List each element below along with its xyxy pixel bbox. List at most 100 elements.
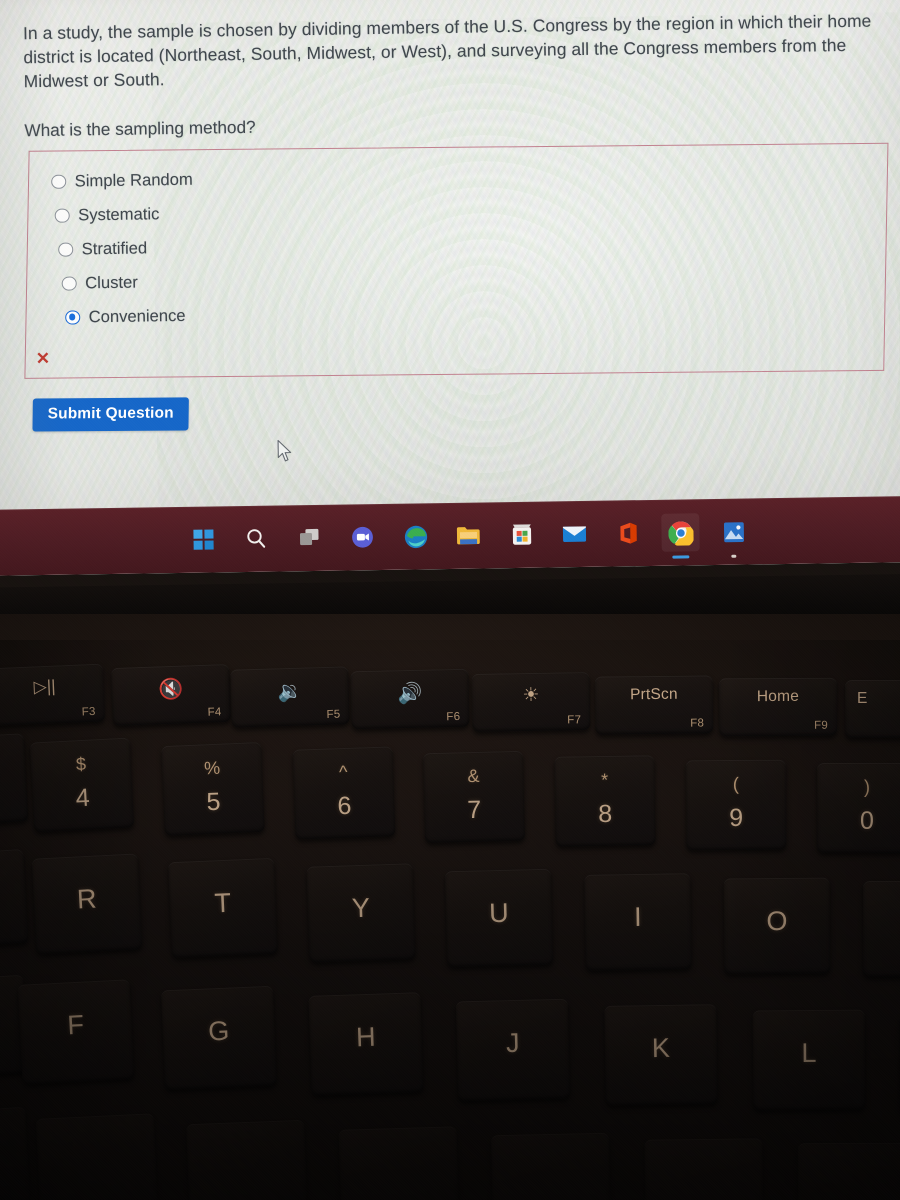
key-9-number: 9 [729, 803, 744, 833]
key-j[interactable]: J [455, 998, 571, 1102]
key-i[interactable]: I [584, 873, 692, 971]
key-3-symbol: # [0, 747, 25, 774]
taskbar-search-button[interactable] [237, 520, 276, 559]
taskbar-photos-button[interactable] [714, 512, 753, 558]
taskbar-chrome-button[interactable] [661, 513, 700, 559]
key-5-number: 5 [206, 787, 222, 817]
key-comma-partial[interactable] [644, 1138, 764, 1200]
key-e-partial[interactable] [0, 848, 29, 950]
key-t-letter: T [213, 887, 232, 919]
taskbar-chat-button[interactable] [343, 518, 382, 557]
key-8-number: 8 [598, 799, 613, 829]
laptop-keyboard[interactable]: ▷|| F3 🔇 F4 🔉 F5 🔊 F6 ☀ F7 PrtScn F8 Hom… [0, 640, 900, 1200]
key-6[interactable]: ^ 6 [292, 746, 396, 840]
key-m-partial[interactable] [490, 1132, 612, 1200]
key-3-partial[interactable]: # 3 [0, 733, 29, 827]
taskbar-store-button[interactable] [502, 516, 541, 555]
key-n-partial[interactable] [338, 1126, 460, 1200]
option-systematic[interactable]: Systematic [51, 197, 193, 233]
options-group[interactable]: Simple Random Systematic Stratified Clus… [51, 163, 195, 335]
key-h[interactable]: H [308, 992, 424, 1096]
option-label-systematic: Systematic [78, 204, 160, 225]
taskbar-start-button[interactable] [184, 520, 223, 559]
key-g[interactable]: G [160, 985, 278, 1091]
key-5[interactable]: % 5 [161, 741, 265, 837]
option-cluster[interactable]: Cluster [52, 265, 194, 301]
key-f-letter: F [66, 1009, 85, 1041]
microsoft-store-icon [512, 524, 531, 545]
key-f4-label: F4 [207, 706, 222, 719]
key-9[interactable]: ( 9 [685, 759, 787, 851]
submit-question-button[interactable]: Submit Question [32, 397, 190, 432]
key-home-word: Home [756, 687, 800, 706]
play-pause-icon: ▷|| [33, 676, 56, 697]
question-prompt: What is the sampling method? [24, 116, 256, 141]
key-f5-label: F5 [326, 708, 341, 721]
key-l-letter: L [801, 1037, 817, 1069]
key-8-symbol: * [600, 769, 609, 791]
taskbar-task-view-button[interactable] [290, 519, 329, 558]
key-f4[interactable]: 🔇 F4 [111, 663, 231, 727]
taskbar-file-explorer-button[interactable] [449, 516, 488, 555]
key-y[interactable]: Y [306, 863, 416, 963]
key-4-symbol: $ [75, 753, 87, 775]
key-f9-label: F9 [814, 719, 829, 732]
key-k[interactable]: K [604, 1004, 718, 1106]
key-c-partial[interactable] [0, 1106, 31, 1200]
key-0[interactable]: ) 0 [817, 763, 900, 853]
radio-convenience[interactable] [65, 310, 80, 325]
key-6-number: 6 [337, 791, 352, 821]
laptop-screen: In a study, the sample is chosen by divi… [0, 0, 900, 576]
option-convenience[interactable]: Convenience [53, 299, 195, 335]
answer-options-box: Simple Random Systematic Stratified Clus… [24, 140, 889, 381]
taskbar-edge-button[interactable] [396, 517, 435, 556]
key-f6[interactable]: 🔊 F6 [350, 668, 470, 730]
key-l[interactable]: L [752, 1009, 866, 1111]
key-f8-prtscn[interactable]: PrtScn F8 [594, 675, 714, 735]
key-t[interactable]: T [168, 857, 278, 959]
key-7-number: 7 [467, 795, 482, 825]
key-8[interactable]: * 8 [554, 755, 656, 847]
key-v-partial[interactable] [35, 1113, 159, 1200]
key-k-letter: K [651, 1032, 671, 1064]
windows-taskbar[interactable] [0, 495, 900, 576]
key-r[interactable]: R [31, 853, 143, 955]
option-label-convenience: Convenience [88, 305, 186, 327]
radio-stratified[interactable] [58, 242, 73, 258]
laptop-photo: In a study, the sample is chosen by divi… [0, 0, 900, 1200]
quiz-page: In a study, the sample is chosen by divi… [22, 8, 900, 462]
key-f3-label: F3 [81, 705, 97, 719]
key-f7[interactable]: ☀ F7 [471, 672, 591, 732]
key-f[interactable]: F [17, 979, 135, 1085]
mail-icon [562, 526, 587, 542]
key-y-letter: Y [351, 892, 371, 924]
key-f3[interactable]: ▷|| F3 [0, 663, 106, 727]
option-simple-random[interactable]: Simple Random [51, 163, 193, 199]
key-f10-end[interactable]: E [845, 680, 900, 738]
key-o[interactable]: O [723, 877, 831, 975]
key-3-number: 3 [0, 777, 28, 812]
radio-simple-random[interactable] [51, 174, 66, 190]
question-body: In a study, the sample is chosen by divi… [22, 10, 872, 92]
chat-teams-icon [352, 526, 373, 548]
key-f5[interactable]: 🔉 F5 [230, 666, 350, 728]
key-7[interactable]: & 7 [422, 750, 526, 844]
chrome-icon [667, 520, 694, 546]
key-o-letter: O [766, 905, 788, 937]
photos-icon [723, 521, 744, 542]
radio-systematic[interactable] [54, 208, 70, 224]
key-f7-label: F7 [567, 714, 582, 727]
key-period-partial[interactable] [797, 1142, 900, 1200]
key-u[interactable]: U [444, 868, 554, 968]
taskbar-mail-button[interactable] [555, 515, 594, 554]
key-b-partial[interactable] [186, 1119, 308, 1200]
file-explorer-icon [456, 527, 480, 545]
key-f9-home[interactable]: Home F9 [718, 677, 838, 737]
key-0-number: 0 [860, 807, 874, 835]
radio-cluster[interactable] [61, 276, 77, 291]
option-stratified[interactable]: Stratified [52, 231, 194, 267]
taskbar-office-button[interactable] [608, 514, 647, 553]
key-4[interactable]: $ 4 [29, 737, 135, 833]
search-icon [247, 529, 266, 548]
key-p-partial[interactable] [863, 881, 900, 977]
